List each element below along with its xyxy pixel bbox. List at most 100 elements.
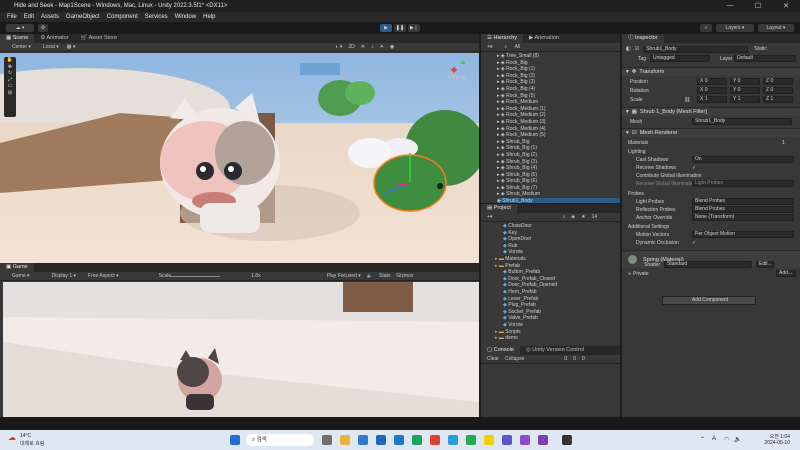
hierarchy-item[interactable]: ▸ ◈ Rock_Medium (5) (497, 132, 620, 139)
tab-console[interactable]: ▢ Console (481, 346, 520, 355)
space-dropdown[interactable]: Local ▾ (37, 44, 59, 50)
error-count[interactable]: 0 (564, 356, 567, 362)
chrome-icon[interactable] (430, 435, 440, 445)
play-focused-dropdown[interactable]: Play Focused ▾ (321, 273, 361, 279)
receive-shadows-checkbox[interactable]: ✓ (692, 165, 696, 171)
project-item[interactable]: ▸ ▬ Scripts (495, 329, 620, 336)
hierarchy-search-field[interactable]: ⌕ All (498, 44, 520, 50)
add-icon[interactable]: +▾ (487, 44, 492, 50)
layers-dropdown[interactable]: Layers ▾ (716, 24, 754, 32)
hierarchy-item[interactable]: ▸ ◈ Rock_Big (1) (497, 66, 620, 73)
active-checkbox[interactable]: ☑ (635, 46, 639, 52)
project-item[interactable]: ◆ Lever_Prefab (495, 296, 620, 303)
collab-button[interactable]: ⚙ (38, 24, 48, 32)
hand-tool-icon[interactable]: ✋ (4, 57, 16, 64)
project-item[interactable]: ◆ Hero_Prefab (495, 289, 620, 296)
project-item[interactable]: ◆ Key (495, 230, 620, 237)
layout-dropdown[interactable]: Layout ▾ (758, 24, 794, 32)
menu-assets[interactable]: Assets (41, 14, 59, 20)
wifi-icon[interactable]: ◠ (724, 436, 729, 443)
fx-toggle[interactable]: ✦ (380, 44, 384, 50)
windows-start-icon[interactable] (230, 435, 240, 445)
layer-dropdown[interactable]: Default (734, 55, 796, 62)
static-toggle[interactable]: Static (754, 46, 767, 52)
project-item[interactable]: ◆ CloseDoor (495, 223, 620, 230)
hierarchy-item[interactable]: ▸ ◈ Rock_Big (2) (497, 73, 620, 80)
dynamic-occlusion-checkbox[interactable]: ✓ (692, 240, 696, 246)
scene-gizmo[interactable]: ◆ ▲ < Persp (445, 57, 475, 83)
display-dropdown[interactable]: Display 1 ▾ (46, 273, 76, 279)
volume-icon[interactable]: 🔈 (734, 436, 741, 443)
mesh-renderer-header[interactable]: ▾ ☑ Mesh Renderer (622, 128, 800, 137)
shader-dropdown[interactable]: Standard (664, 261, 752, 268)
move-tool-icon[interactable]: ✥ (4, 64, 16, 71)
project-item[interactable]: ◆ Door_Prefab_Opened (495, 282, 620, 289)
tab-project[interactable]: ▤ Project (481, 204, 517, 213)
rotate-tool-icon[interactable]: ↻ (4, 70, 16, 77)
hierarchy-item[interactable]: ▸ ◈ Rock_Medium (1) (497, 106, 620, 113)
teams-icon[interactable] (376, 435, 386, 445)
menu-services[interactable]: Services (145, 14, 168, 20)
tab-animation[interactable]: ▶ Animation (523, 34, 565, 43)
stats-button[interactable]: Stats (379, 273, 390, 279)
gizmos-button[interactable]: Gizmos (396, 273, 413, 279)
object-name-field[interactable]: Shrub1_Body (643, 45, 749, 53)
hierarchy-item[interactable]: ▸ ◈ Rock_Medium (2) (497, 112, 620, 119)
scale-x[interactable]: X 1 (697, 96, 727, 103)
project-item[interactable]: ◆ Socket_Prefab (495, 309, 620, 316)
project-item[interactable]: ◆ Rub (495, 243, 620, 250)
warning-count[interactable]: 0 (573, 356, 576, 362)
transform-header[interactable]: ▾ ✥ Transform (622, 67, 800, 76)
tray-chevron-icon[interactable]: ⌃ (700, 436, 705, 443)
game-mode-dropdown[interactable]: Game ▾ (6, 273, 30, 279)
tab-asset-store[interactable]: 🛒 Asset Store (75, 34, 124, 43)
log-count[interactable]: 0 (582, 356, 585, 362)
menu-help[interactable]: Help (203, 14, 215, 20)
step-button[interactable]: ▶❘ (408, 24, 420, 32)
rotation-y[interactable]: Y 0 (730, 87, 760, 94)
project-item[interactable]: ▸ ▬ Prefab (495, 263, 620, 270)
play-button[interactable]: ▶ (380, 24, 392, 32)
menu-gameobject[interactable]: GameObject (66, 14, 100, 20)
project-item[interactable]: ◆ Vorota (495, 322, 620, 329)
maximize-button[interactable]: ☐ (744, 2, 772, 10)
project-item[interactable]: ▸ ▬ demo (495, 335, 620, 342)
rotation-z[interactable]: Z 0 (763, 87, 793, 94)
aspect-dropdown[interactable]: Free Aspect ▾ (82, 273, 119, 279)
taskbar-search[interactable]: ⌕ 검색 (246, 434, 314, 446)
additional-settings-row[interactable]: Additional Settings (622, 223, 800, 231)
hierarchy-item[interactable]: ▸ ◈ Rock_Big (3) (497, 79, 620, 86)
project-item[interactable]: ▸ ▬ Materials (495, 256, 620, 263)
shader-edit-button[interactable]: Edit... (756, 261, 774, 268)
scene-viewport[interactable]: ✋ ✥ ↻ ⤢ ▭ ⊞ ◆ ▲ < Persp (0, 53, 479, 263)
hierarchy-item[interactable]: ▸ ◈ Shrub_Big (497, 139, 620, 146)
hierarchy-item[interactable]: ▸ ◈ Shrub_Big (1) (497, 145, 620, 152)
hierarchy-item[interactable]: ▸ ◈ Rock_Big (4) (497, 86, 620, 93)
menu-window[interactable]: Window (175, 14, 196, 20)
visual-studio-icon[interactable] (520, 435, 530, 445)
close-button[interactable]: ✕ (772, 2, 800, 10)
hierarchy-item[interactable]: ▸ ◈ Shrub_Big (6) (497, 178, 620, 185)
add-component-button[interactable]: Add Component (662, 296, 756, 305)
position-z[interactable]: Z 0 (763, 78, 793, 85)
project-item[interactable]: ◆ Button_Prefab (495, 269, 620, 276)
tab-animator[interactable]: ⚙ Animator (34, 34, 74, 43)
project-item[interactable]: ◆ Valve_Prefab (495, 315, 620, 322)
motion-vectors-dropdown[interactable]: Per Object Motion (692, 231, 794, 238)
search-button[interactable]: ⌕ (700, 24, 712, 32)
hierarchy-item[interactable]: ▸ ◈ Shrub_Big (3) (497, 159, 620, 166)
collapse-button[interactable]: Collapse (505, 356, 524, 362)
hierarchy-item[interactable]: ▸ ◈ Tree_Small (8) (497, 53, 620, 60)
project-item[interactable]: ◆ Vorota (495, 249, 620, 256)
unity-icon[interactable] (562, 435, 572, 445)
language-indicator[interactable]: A (712, 436, 716, 442)
tab-game[interactable]: ▣ Game (0, 263, 34, 272)
tab-scene[interactable]: ▦ Scene (0, 34, 35, 43)
rect-tool-icon[interactable]: ▭ (4, 83, 16, 90)
hierarchy-item[interactable]: ▸ ◈ Shrub_Medium (497, 191, 620, 198)
discord-icon[interactable] (502, 435, 512, 445)
scale-y[interactable]: Y 1 (730, 96, 760, 103)
menu-edit[interactable]: Edit (24, 14, 34, 20)
hierarchy-item[interactable]: ▸ ◈ Shrub_Big (7) (497, 185, 620, 192)
clear-button[interactable]: Clear (487, 356, 499, 362)
